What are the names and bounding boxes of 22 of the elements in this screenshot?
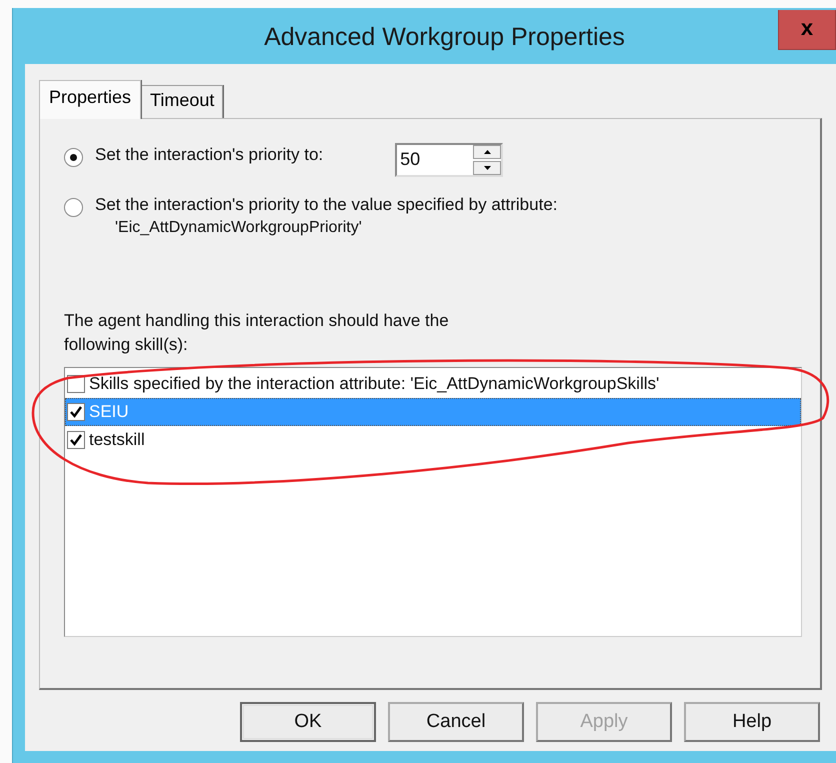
tab[interactable]: Timeout: [141, 85, 224, 118]
list-item[interactable]: testskill: [65, 426, 801, 454]
spin-up-button[interactable]: [473, 145, 502, 159]
dialog-button[interactable]: Help: [684, 702, 820, 742]
option-label: Set the interaction's priority to the value specified by attribute:: [95, 194, 558, 216]
priority-field[interactable]: 50: [395, 143, 504, 177]
list-item[interactable]: Skills specified by the interaction attribute: 'Eic_AttDynamicWorkgroupSkills': [65, 370, 801, 398]
down-triangle-icon: [484, 166, 491, 170]
radio-button[interactable]: [64, 198, 83, 217]
up-triangle-icon: [484, 150, 491, 154]
radio-button[interactable]: [64, 148, 83, 167]
option-label: Set the interaction's priority to:: [95, 144, 324, 166]
checkbox[interactable]: [67, 403, 85, 421]
checkbox[interactable]: [67, 431, 85, 449]
attribute-name: 'Eic_AttDynamicWorkgroupPriority': [115, 218, 363, 238]
tab[interactable]: Properties: [39, 80, 142, 119]
dialog-button[interactable]: Cancel: [388, 702, 524, 742]
close-button[interactable]: x: [778, 10, 836, 50]
spin-down-button[interactable]: [473, 161, 502, 175]
skills-label: The agent handling this interaction should have the following skill(s):: [64, 310, 450, 356]
window-title: Advanced Workgroup Properties: [264, 22, 625, 52]
dialog-button[interactable]: OK: [240, 702, 376, 742]
